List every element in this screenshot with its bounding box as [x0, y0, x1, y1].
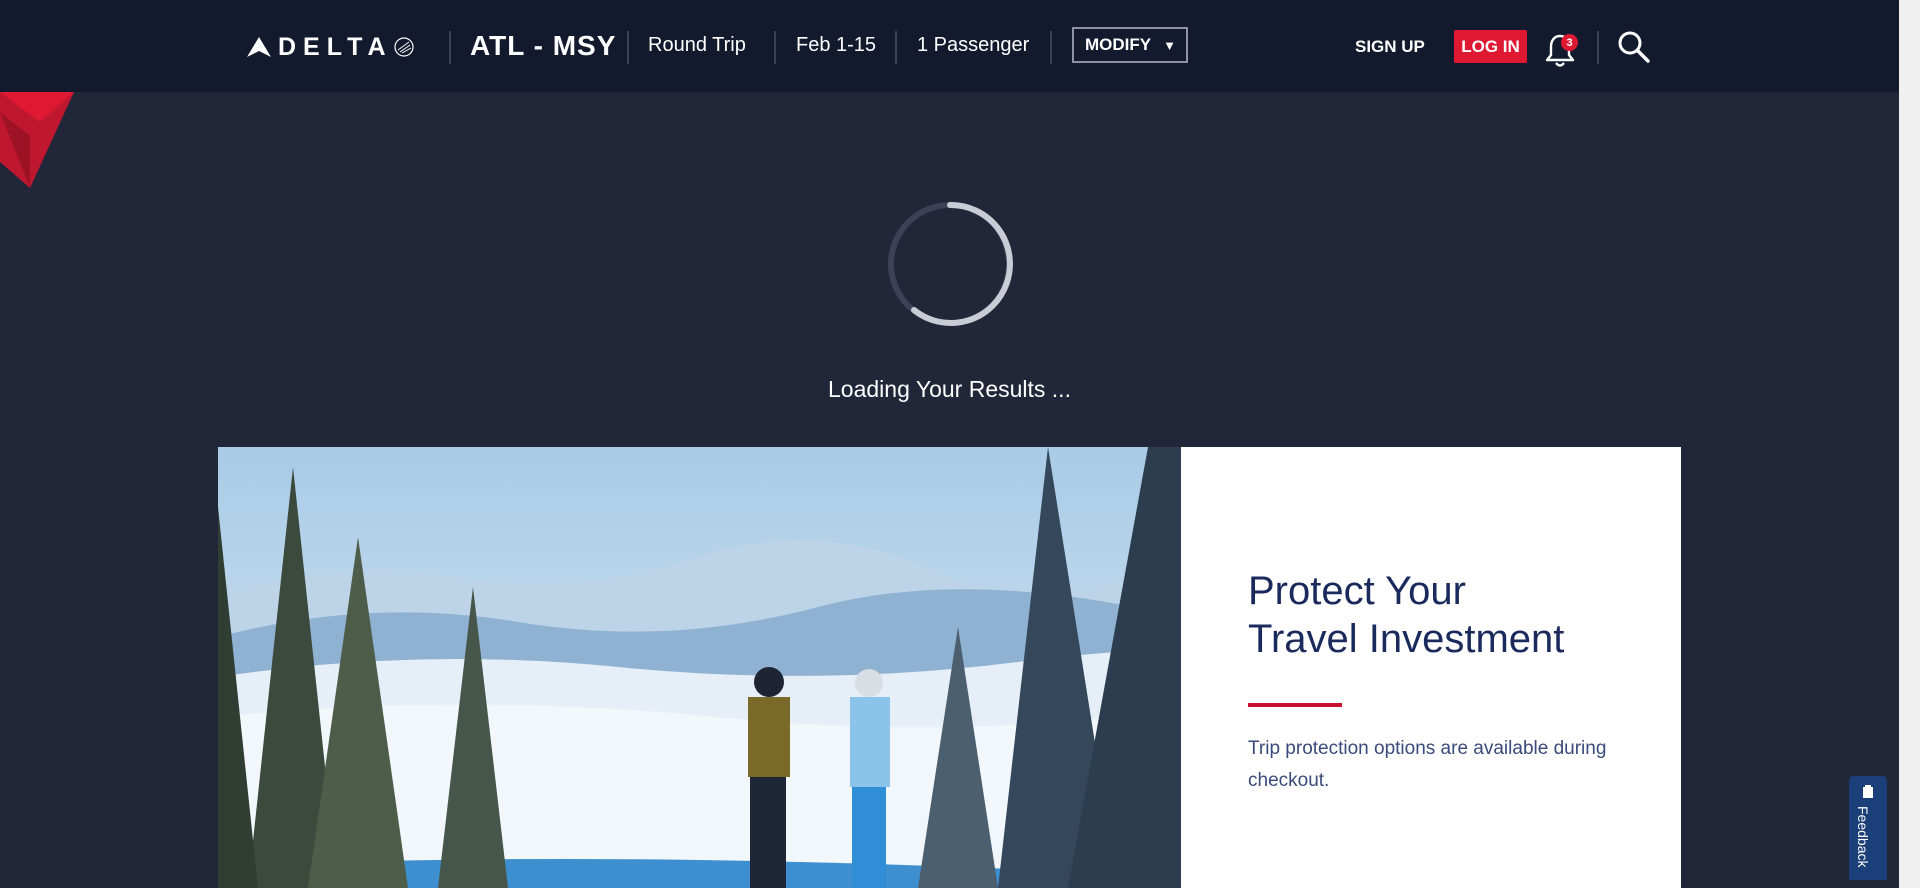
- caret-down-icon: ▼: [1163, 37, 1176, 53]
- logo-text: DELTA: [278, 32, 393, 61]
- loading-message: Loading Your Results ...: [828, 376, 1071, 402]
- notification-count-badge: 3: [1561, 34, 1578, 51]
- delta-widget-logo: [0, 92, 74, 188]
- modify-search-button[interactable]: MODIFY ▼: [1072, 27, 1188, 63]
- trip-type-label[interactable]: Round Trip: [648, 34, 746, 57]
- promo-title: Protect Your Travel Investment: [1248, 569, 1565, 661]
- sign-up-link[interactable]: SIGN UP: [1355, 37, 1425, 57]
- divider: [895, 31, 897, 64]
- modify-label: MODIFY: [1085, 35, 1152, 54]
- delta-logo[interactable]: DELTA: [246, 30, 415, 64]
- search-icon[interactable]: [1617, 30, 1651, 64]
- skyteam-icon: [394, 37, 414, 57]
- feedback-label: Feedback: [1855, 806, 1871, 868]
- passenger-count-label[interactable]: 1 Passenger: [917, 34, 1029, 57]
- trip-protection-promo: Protect Your Travel Investment Trip prot…: [218, 447, 1681, 888]
- divider: [449, 31, 451, 64]
- travel-dates-label[interactable]: Feb 1-15: [796, 34, 876, 57]
- top-navigation-bar: DELTA ATL - MSY Round Trip Feb 1-15 1 Pa…: [0, 0, 1899, 92]
- divider: [1050, 31, 1052, 64]
- feedback-icon: [1863, 785, 1873, 798]
- skiers-mountain-image: [218, 447, 1181, 888]
- log-in-button[interactable]: LOG IN: [1454, 30, 1527, 63]
- divider: [1597, 31, 1599, 64]
- route-label[interactable]: ATL - MSY: [470, 30, 616, 62]
- divider: [774, 31, 776, 64]
- loading-spinner: [888, 201, 1013, 326]
- feedback-tab[interactable]: Feedback: [1849, 776, 1887, 880]
- divider: [627, 31, 629, 64]
- vertical-scrollbar[interactable]: [1899, 0, 1920, 888]
- promo-divider: [1248, 703, 1342, 707]
- delta-widget-icon: [247, 37, 271, 57]
- promo-description: Trip protection options are available du…: [1248, 738, 1607, 791]
